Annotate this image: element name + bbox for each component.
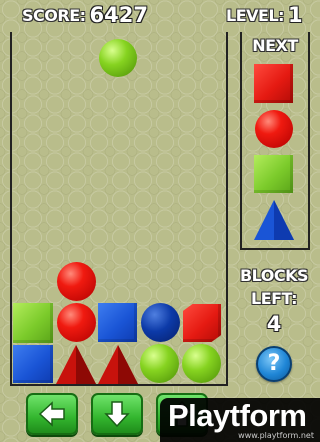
next-green-cube: [254, 155, 293, 193]
blocks-left-label-line1: BLOCKS: [239, 266, 309, 285]
blocks-left-label: BLOCKS LEFT:: [232, 264, 316, 310]
board-red-pyramid: [56, 345, 96, 384]
board-green-cube: [13, 303, 53, 343]
drop-down-button[interactable]: [91, 393, 143, 435]
falling-green-ball: [99, 39, 137, 77]
help-button[interactable]: ?: [256, 346, 292, 382]
level-display: LEVEL: 1: [226, 0, 303, 30]
watermark-title: Playtform: [168, 398, 307, 433]
left-arrow-icon: [38, 401, 65, 427]
board-green-ball: [182, 344, 221, 383]
watermark: Playtform www.playtform.net: [160, 398, 320, 442]
level-label: LEVEL:: [226, 5, 285, 25]
next-red-cube: [254, 64, 293, 103]
board-red-ball: [57, 262, 96, 301]
next-red-ball: [255, 110, 293, 148]
board-red-pyramid: [98, 345, 138, 384]
board-red-cube: [183, 304, 221, 342]
score-display: SCORE: 6427: [22, 0, 148, 30]
board-blue-ball: [141, 303, 180, 342]
board-blue-cube: [98, 303, 137, 342]
board-blue-cube: [13, 345, 53, 383]
blocks-left-label-line2: LEFT:: [251, 289, 298, 308]
score-label: SCORE:: [22, 5, 86, 25]
level-value: 1: [288, 3, 303, 27]
board-green-ball: [140, 344, 179, 383]
score-value: 6427: [89, 3, 148, 27]
down-arrow-icon: [104, 401, 130, 428]
board-red-ball: [57, 303, 96, 342]
next-blue-pyramid: [254, 200, 294, 240]
blocks-left-value: 4: [266, 312, 282, 336]
watermark-url: www.playtform.net: [238, 431, 314, 440]
move-left-button[interactable]: [26, 393, 78, 435]
